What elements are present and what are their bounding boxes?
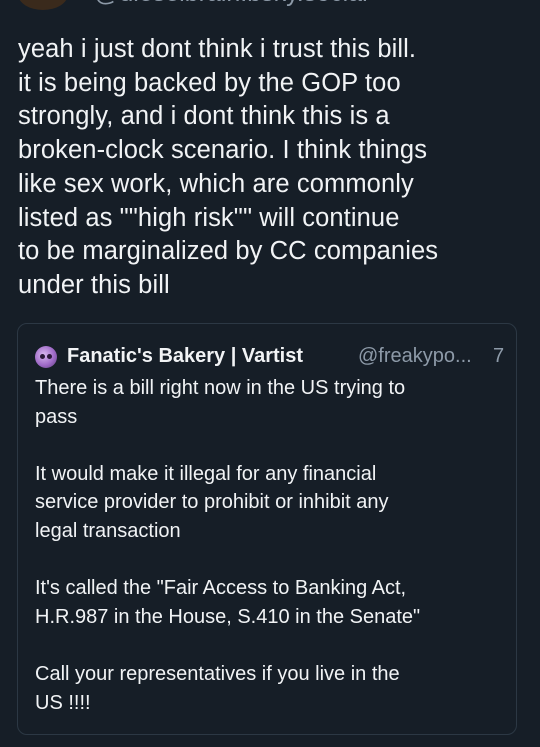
quoted-post-card[interactable]: Fanatic's Bakery | Vartist @freakypo... … [17,323,517,735]
post-body-text: yeah i just dont think i trust this bill… [18,35,439,299]
post-view: @dieselbrain.bsky.social yeah i just don… [0,0,540,747]
avatar-eye-left [40,354,45,359]
post-author-row[interactable]: @dieselbrain.bsky.social [0,0,540,18]
quoted-post-header: Fanatic's Bakery | Vartist @freakypo... … [35,342,505,370]
author-avatar[interactable] [18,0,68,10]
quoted-post-timestamp: 7h [493,345,505,367]
creature-avatar-icon[interactable] [35,346,57,368]
quoted-post-text: There is a bill right now in the US tryi… [35,377,421,714]
author-handle[interactable]: @dieselbrain.bsky.social [94,0,368,8]
quoted-author-name[interactable]: Fanatic's Bakery | Vartist [67,343,303,369]
quoted-author-handle[interactable]: @freakypo... [358,343,472,369]
avatar-eye-right [47,354,52,359]
